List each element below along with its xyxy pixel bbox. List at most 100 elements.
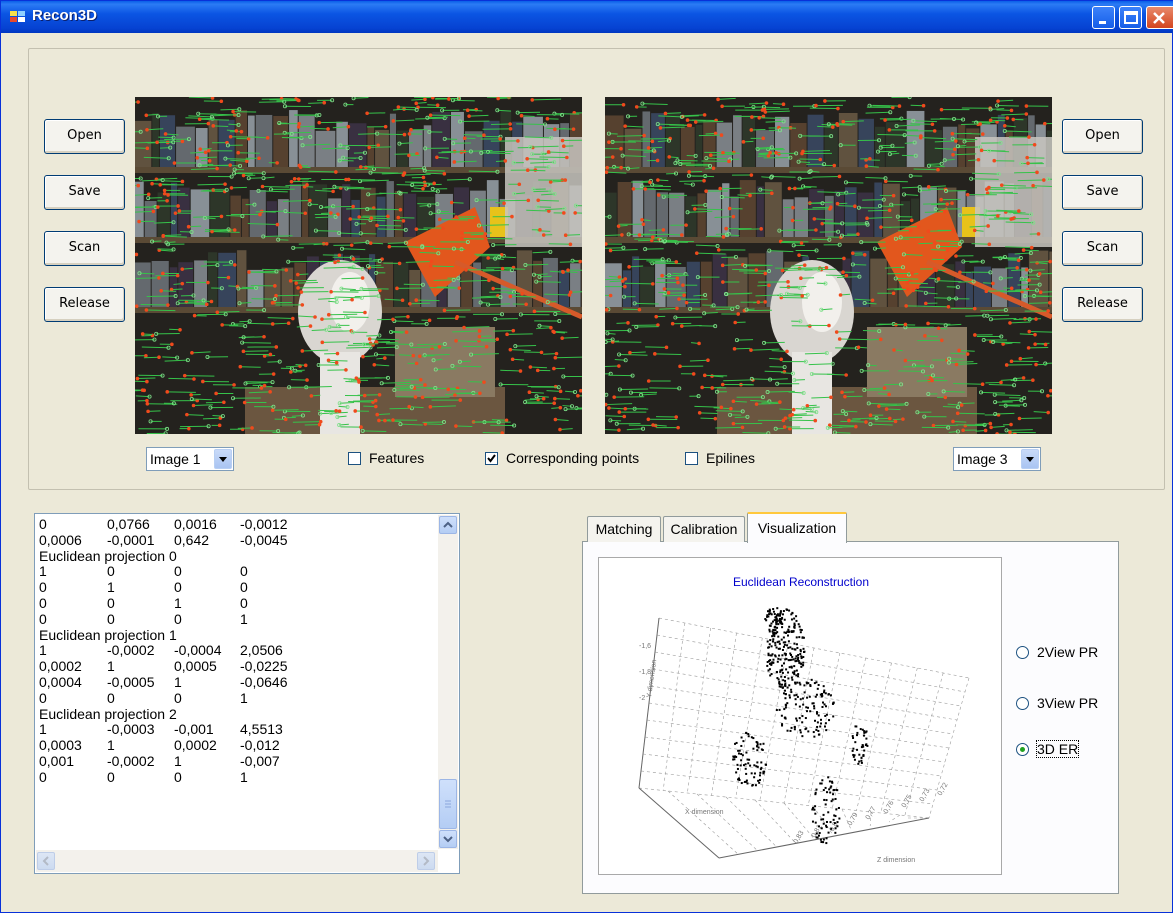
horizontal-scrollbar[interactable] (36, 850, 438, 872)
output-cell: 1 (174, 752, 182, 769)
tab-visualization[interactable]: Visualization (747, 512, 847, 543)
close-button[interactable] (1146, 6, 1173, 29)
corresponding-points-checkbox[interactable]: Corresponding points (485, 448, 639, 468)
output-textarea[interactable]: 0 0,0766 0,0016 -0,0012 0,0006 -0,0001 0,642 -0… (34, 513, 460, 874)
vertical-scrollbar[interactable] (438, 515, 458, 849)
mode-3view-pr-radio[interactable]: 3View PR (1016, 694, 1098, 712)
right-image-select-value: Image 3 (957, 451, 1008, 467)
output-cell: 0 (240, 563, 248, 580)
right-release-button[interactable]: Release (1062, 287, 1143, 322)
minimize-icon (1099, 21, 1106, 24)
features-checkbox[interactable]: Features (348, 448, 424, 468)
left-stereo-image[interactable] (135, 97, 582, 434)
z-tick-label: 0,79 (847, 812, 860, 827)
output-heading-text: Euclidean projection 1 (39, 626, 177, 643)
output-heading-line: Euclidean projection 1 (39, 626, 439, 644)
output-cell: 0 (107, 594, 115, 611)
plot-title: Euclidean Reconstruction (733, 575, 869, 589)
scroll-down-button[interactable] (439, 830, 457, 848)
output-cell: -0,0646 (240, 673, 288, 690)
y-tick-label: -1,8 (639, 669, 651, 676)
output-cell: 1 (240, 610, 248, 627)
output-cell: 0 (39, 594, 47, 611)
output-heading-line: Euclidean projection 2 (39, 706, 439, 723)
tab-calibration[interactable]: Calibration (663, 516, 745, 542)
title-bar[interactable]: Recon3D (1, 1, 1173, 33)
output-cell: -0,0002 (107, 642, 155, 659)
right-scan-button[interactable]: Scan (1062, 231, 1143, 266)
output-cell: 1 (240, 689, 248, 706)
left-save-button[interactable]: Save (44, 175, 125, 210)
radio-dot[interactable] (1016, 696, 1029, 710)
output-cell: 0 (39, 768, 47, 785)
mode-3d-er-radio[interactable]: 3D ER (1016, 740, 1080, 758)
chevron-down-icon (214, 449, 232, 469)
right-save-button[interactable]: Save (1062, 175, 1143, 210)
left-image-select[interactable]: Image 1 (146, 447, 234, 471)
output-cell: 0 (39, 689, 47, 706)
output-cell: -0,0002 (107, 752, 155, 769)
output-cell: 0 (174, 563, 182, 580)
scroll-up-button[interactable] (439, 516, 457, 534)
output-heading-text: Euclidean projection 0 (39, 547, 177, 564)
output-matrix-row: 0,0003 1 0,0002 -0,012 (39, 737, 439, 754)
output-matrix-row: 0,0002 1 0,0005 -0,0225 (39, 658, 439, 675)
output-matrix-row: 0 0 1 0 (39, 594, 439, 612)
scroll-right-button[interactable] (417, 852, 435, 870)
y-axis-label: Y dimension (646, 659, 658, 698)
checkmark-icon (487, 453, 496, 463)
output-cell: 0 (107, 689, 115, 706)
left-image-select-value: Image 1 (150, 451, 201, 467)
output-cell: 0 (174, 768, 182, 785)
right-image-select[interactable]: Image 3 (953, 447, 1041, 471)
output-matrix-row: 0 0 0 1 (39, 610, 439, 628)
output-matrix-row: 0,0004 -0,0005 1 -0,0646 (39, 673, 439, 691)
chevron-right-icon (423, 856, 430, 866)
output-cell: 0 (174, 610, 182, 627)
output-cell: -0,0004 (174, 642, 222, 659)
mode-3view-pr-label: 3View PR (1037, 695, 1099, 711)
z-tick-label: 0,77 (865, 806, 878, 821)
grip-icon (445, 800, 451, 808)
left-release-button[interactable]: Release (44, 287, 125, 322)
chevron-down-icon (443, 836, 453, 843)
output-cell: -0,0045 (240, 531, 288, 548)
maximize-button[interactable] (1119, 6, 1142, 29)
right-open-button[interactable]: Open (1062, 119, 1143, 154)
y-tick-label: -2 (639, 695, 645, 702)
checkbox-box[interactable] (685, 451, 698, 465)
output-cell: -0,001 (174, 721, 214, 738)
minimize-button[interactable] (1092, 6, 1115, 29)
epilines-checkbox[interactable]: Epilines (685, 448, 755, 468)
scroll-thumb[interactable] (439, 779, 457, 829)
checkbox-box[interactable] (485, 451, 498, 465)
mode-3d-er-label: 3D ER (1035, 740, 1080, 758)
output-cell: 1 (107, 737, 115, 754)
checkbox-box[interactable] (348, 451, 361, 465)
radio-dot[interactable] (1016, 742, 1029, 756)
output-cell: 0 (174, 689, 182, 706)
output-cell: 0,642 (174, 531, 210, 548)
output-cell: -0,0225 (240, 658, 288, 675)
y-tick-label: -1,6 (639, 643, 651, 650)
output-cell: -0,0001 (107, 531, 155, 548)
right-stereo-image[interactable] (605, 97, 1052, 434)
z-axis-label: Z dimension (877, 857, 915, 864)
left-scan-button[interactable]: Scan (44, 231, 125, 266)
plot-grid (638, 617, 970, 859)
output-matrix-row: 0,0006 -0,0001 0,642 -0,0045 (39, 531, 439, 549)
output-cell: 0,0002 (174, 737, 217, 754)
output-cell: 0 (39, 579, 47, 596)
radio-dot[interactable] (1016, 645, 1029, 659)
mode-2view-pr-radio[interactable]: 2View PR (1016, 643, 1098, 661)
x-axis-line (638, 787, 720, 859)
left-open-button[interactable]: Open (44, 119, 125, 154)
scroll-left-button[interactable] (37, 852, 55, 870)
output-cell: 1 (174, 673, 182, 690)
output-cell: 2,0506 (240, 642, 283, 659)
reconstruction-plot[interactable]: Euclidean Reconstruction Y dimension X dim… (598, 557, 1002, 875)
features-label: Features (369, 450, 425, 466)
output-matrix-row: 0 1 0 0 (39, 579, 439, 596)
tab-matching[interactable]: Matching (587, 516, 661, 542)
output-matrix-row: 1 0 0 0 (39, 564, 439, 580)
